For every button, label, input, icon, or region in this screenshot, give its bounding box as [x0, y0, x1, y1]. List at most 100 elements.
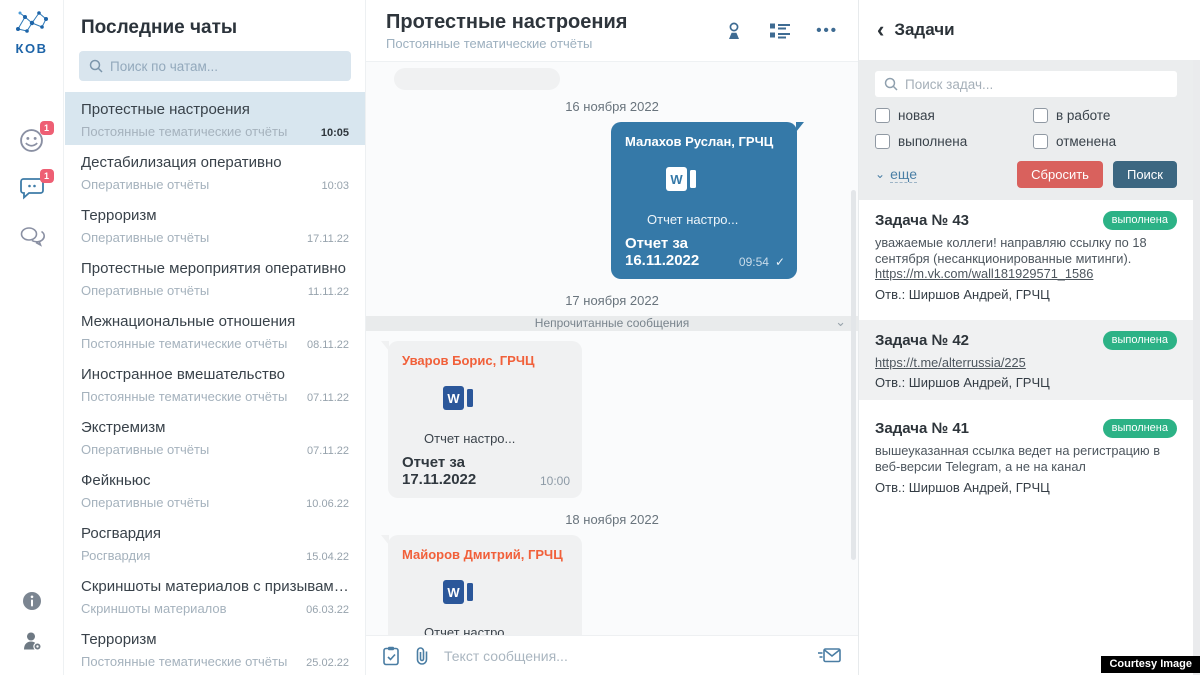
- task-attach-button[interactable]: [382, 646, 400, 666]
- chat-search-box[interactable]: [79, 51, 351, 81]
- chat-list-item[interactable]: Скриншоты материалов с призывами к про..…: [65, 569, 365, 622]
- chat-list-item[interactable]: Экстремизм Оперативные отчёты07.11.22: [65, 410, 365, 463]
- message-bubble[interactable]: Майоров Дмитрий, ГРЧЦ W Отчет настро... …: [388, 535, 582, 635]
- chat-list-item[interactable]: Иностранное вмешательство Постоянные тем…: [65, 357, 365, 410]
- more-dots-icon: •••: [816, 26, 838, 36]
- status-badge: выполнена: [1103, 419, 1177, 438]
- task-search-input[interactable]: [905, 77, 1168, 92]
- attach-file-button[interactable]: [413, 646, 431, 666]
- filter-label: в работе: [1056, 108, 1110, 123]
- status-filter-group: новая в работе выполнена отменена: [875, 108, 1177, 149]
- message-sender[interactable]: Майоров Дмитрий, ГРЧЦ: [402, 547, 570, 562]
- nav-group-chats-button[interactable]: [18, 222, 46, 250]
- chat-item-title: Росгвардия: [81, 525, 349, 542]
- attachment-name[interactable]: Отчет настро...: [424, 625, 570, 635]
- checkbox[interactable]: [875, 108, 890, 123]
- checkbox[interactable]: [1033, 134, 1048, 149]
- rail-bottom: [21, 591, 43, 655]
- filter-done[interactable]: выполнена: [875, 134, 1033, 149]
- chat-panel: Протестные настроения Постоянные тематич…: [365, 0, 858, 675]
- partial-message-bubble: [394, 68, 560, 90]
- attachment-name[interactable]: Отчет настро...: [424, 431, 570, 446]
- chat-list-item[interactable]: Дестабилизация оперативно Оперативные от…: [65, 145, 365, 198]
- date-divider: 18 ноября 2022: [388, 512, 836, 527]
- tasks-scrollbar[interactable]: [1193, 60, 1200, 675]
- task-link[interactable]: https://m.vk.com/wall181929571_1586: [875, 266, 1093, 281]
- chat-tasks-button[interactable]: [770, 23, 790, 39]
- task-link[interactable]: https://t.me/alterrussia/225: [875, 355, 1026, 370]
- chat-items: Протестные настроения Постоянные тематич…: [65, 92, 365, 675]
- notification-badge: 1: [40, 121, 54, 135]
- send-message-icon: [818, 646, 842, 665]
- chat-list-item[interactable]: Протестные мероприятия оперативно Операт…: [65, 251, 365, 304]
- chat-item-subtitle: Постоянные тематические отчёты: [81, 654, 287, 669]
- chat-more-button[interactable]: •••: [816, 26, 838, 36]
- send-button[interactable]: [818, 646, 842, 665]
- message-sender: Малахов Руслан, ГРЧЦ: [625, 134, 785, 149]
- checkbox[interactable]: [1033, 108, 1048, 123]
- chat-scrollbar[interactable]: [851, 190, 856, 560]
- chat-list-item[interactable]: Росгвардия Росгвардия15.04.22: [65, 516, 365, 569]
- chevron-down-icon: ⌄: [875, 167, 885, 181]
- app-logo[interactable]: КОВ: [14, 10, 50, 56]
- chat-list-item[interactable]: Терроризм Оперативные отчёты 17.11.22: [65, 198, 365, 251]
- checkbox[interactable]: [875, 134, 890, 149]
- search-button[interactable]: Поиск: [1113, 161, 1177, 188]
- chat-members-button[interactable]: [724, 21, 744, 41]
- task-body: уважаемые коллеги! направляю ссылку по 1…: [875, 235, 1177, 282]
- task-card[interactable]: Задача № 42 выполнена https://t.me/alter…: [859, 320, 1193, 401]
- attachment-name[interactable]: Отчет настро...: [647, 212, 785, 227]
- nav-chats-button[interactable]: 1: [18, 174, 46, 202]
- word-document-icon[interactable]: W: [442, 382, 570, 419]
- message-input[interactable]: [444, 648, 805, 664]
- chat-item-subtitle: Оперативные отчёты: [81, 230, 209, 245]
- reset-button[interactable]: Сбросить: [1017, 161, 1103, 188]
- task-card[interactable]: Задача № 41 выполнена вышеуказанная ссыл…: [859, 408, 1193, 504]
- status-badge: выполнена: [1103, 331, 1177, 350]
- chat-item-title: Скриншоты материалов с призывами к про..…: [81, 578, 349, 595]
- word-document-icon[interactable]: W: [442, 576, 570, 613]
- message-bubble[interactable]: Малахов Руслан, ГРЧЦ W Отчет настро... О…: [611, 122, 797, 279]
- chat-item-title: Дестабилизация оперативно: [81, 154, 349, 171]
- chat-item-title: Фейкньюс: [81, 472, 349, 489]
- word-document-icon[interactable]: W: [665, 163, 785, 200]
- chat-bubbles-icon: [19, 225, 45, 247]
- back-chevron-icon[interactable]: ‹: [877, 20, 884, 40]
- chat-search-input[interactable]: [110, 59, 341, 74]
- svg-text:W: W: [447, 391, 460, 406]
- chat-title: Протестные настроения: [386, 11, 724, 34]
- chat-item-time: 17.11.22: [307, 233, 349, 245]
- task-search-box[interactable]: [875, 71, 1177, 97]
- message-sender[interactable]: Уваров Борис, ГРЧЦ: [402, 353, 570, 368]
- tasks-title: Задачи: [894, 20, 954, 40]
- message-bubble[interactable]: Уваров Борис, ГРЧЦ W Отчет настро... Отч…: [388, 341, 582, 498]
- task-list-icon: [770, 23, 790, 39]
- unread-label: Непрочитанные сообщения: [535, 316, 689, 330]
- chat-list-item[interactable]: Фейкньюс Оперативные отчёты10.06.22: [65, 463, 365, 516]
- nav-bots-button[interactable]: 1: [18, 126, 46, 154]
- chat-item-title: Терроризм: [81, 207, 349, 224]
- more-filters-link[interactable]: ⌄ еще: [875, 166, 917, 183]
- chat-list-item[interactable]: Протестные настроения Постоянные тематич…: [65, 92, 365, 145]
- chat-item-time: 10:03: [321, 180, 349, 192]
- message-incoming: Уваров Борис, ГРЧЦ W Отчет настро... Отч…: [388, 341, 836, 498]
- chat-list-item[interactable]: Межнациональные отношения Постоянные тем…: [65, 304, 365, 357]
- chevron-down-icon[interactable]: ⌄: [835, 314, 846, 329]
- message-caption: Отчет за 16.11.2022: [625, 235, 733, 269]
- logo-network-icon: [14, 10, 50, 35]
- profile-settings-button[interactable]: [21, 630, 43, 655]
- filter-cancelled[interactable]: отменена: [1033, 134, 1177, 149]
- info-button[interactable]: [22, 591, 42, 614]
- task-responsible: Отв.: Ширшов Андрей, ГРЧЦ: [875, 287, 1177, 302]
- paperclip-icon: [413, 646, 431, 666]
- task-card[interactable]: Задача № 43 выполнена уважаемые коллеги!…: [859, 200, 1193, 312]
- filter-label: отменена: [1056, 134, 1116, 149]
- filter-in-progress[interactable]: в работе: [1033, 108, 1177, 123]
- chat-list-item[interactable]: Терроризм Постоянные тематические отчёты…: [65, 622, 365, 675]
- message-list[interactable]: 16 ноября 2022 Малахов Руслан, ГРЧЦ W От…: [366, 62, 858, 635]
- svg-text:W: W: [670, 172, 683, 187]
- filter-new[interactable]: новая: [875, 108, 1033, 123]
- chat-item-time: 06.03.22: [306, 604, 349, 616]
- chat-item-time: 07.11.22: [307, 445, 349, 457]
- unread-messages-bar[interactable]: Непрочитанные сообщения ⌄: [366, 316, 858, 331]
